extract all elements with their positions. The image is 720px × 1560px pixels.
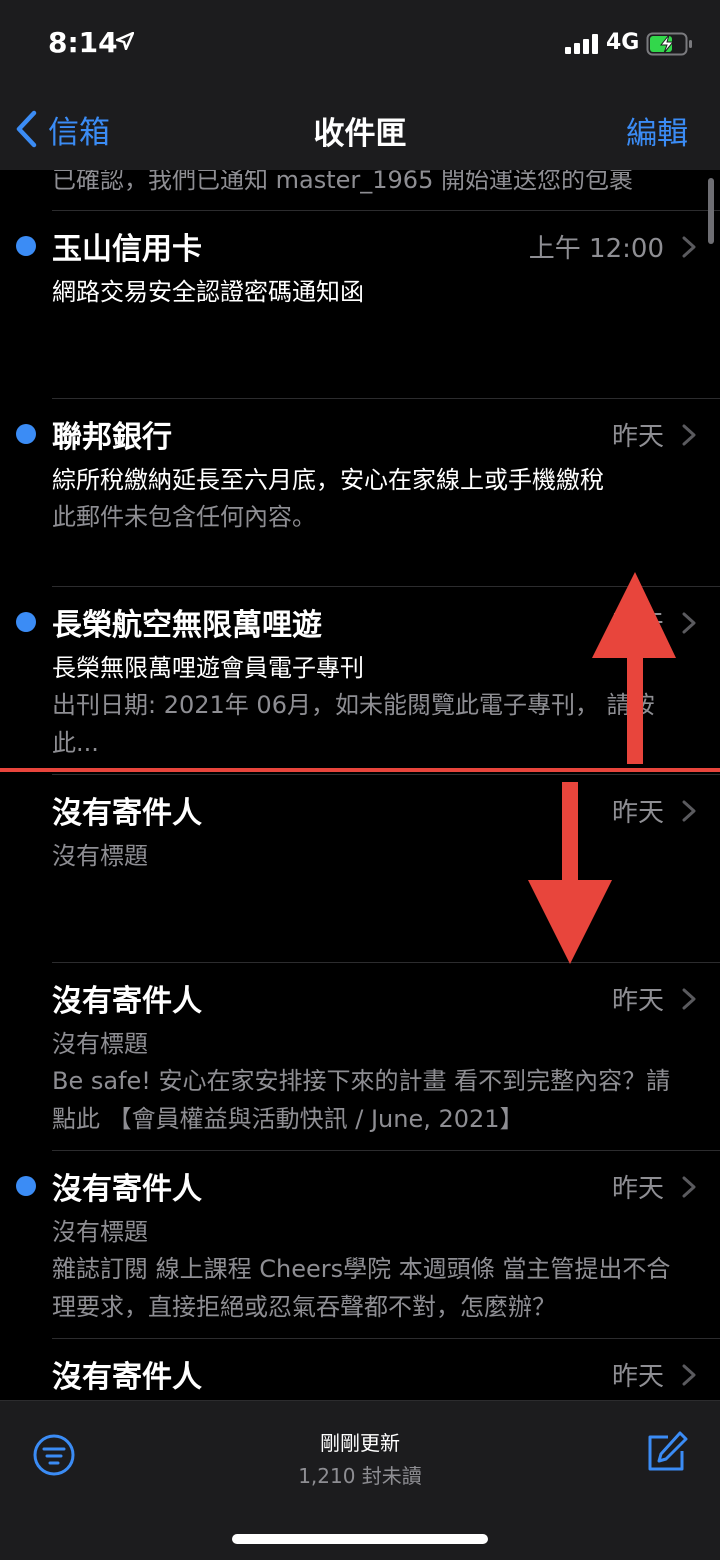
annotation-divider-line: [0, 768, 720, 772]
network-type: 4G: [606, 30, 640, 55]
chevron-right-icon: [682, 424, 696, 446]
chevron-right-icon: [682, 612, 696, 634]
mail-row[interactable]: 沒有寄件人 昨天 沒有標題 Be safe! 安心在家安排接下來的計畫 看不到完…: [0, 962, 720, 1150]
mail-sender: 長榮航空無限萬哩遊: [52, 608, 322, 643]
mail-row[interactable]: 沒有寄件人 昨天 沒有標題 雜誌訂閱 線上課程 Cheers學院 本週頭條 當主…: [0, 1150, 720, 1338]
arrow-down-icon: [528, 782, 612, 964]
mail-row[interactable]: 聯邦銀行 昨天 綜所稅繳納延長至六月底，安心在家線上或手機繳稅 此郵件未包含任何…: [0, 398, 720, 586]
row-separator: [52, 962, 720, 963]
scroll-indicator[interactable]: [708, 178, 714, 244]
unread-dot-icon: [16, 424, 36, 444]
mail-sender: 玉山信用卡: [52, 232, 202, 267]
mail-row[interactable]: 玉山信用卡 上午 12:00 網路交易安全認證密碼通知函: [0, 210, 720, 398]
mail-subject: 沒有標題: [52, 1030, 148, 1058]
battery-charging-icon: [646, 32, 692, 56]
cellular-signal-icon: [565, 34, 598, 54]
chevron-right-icon: [682, 1176, 696, 1198]
mail-sender: 聯邦銀行: [52, 420, 172, 455]
row-separator: [52, 398, 720, 399]
mail-preview: Be safe! 安心在家安排接下來的計畫 看不到完整內容？請點此 【會員權益與…: [52, 1067, 671, 1133]
mail-preview: 此郵件未包含任何內容。: [52, 503, 316, 531]
compose-icon[interactable]: [644, 1431, 688, 1475]
partial-preview-text: 已確認，我們已通知 master_1965 開始運送您的包裹: [52, 170, 633, 194]
chevron-right-icon: [682, 236, 696, 258]
edit-button[interactable]: 編輯: [626, 108, 688, 153]
mail-row[interactable]: 沒有寄件人 昨天: [0, 1338, 720, 1400]
mail-subject: 網路交易安全認證密碼通知函: [52, 278, 364, 306]
chevron-right-icon: [682, 988, 696, 1010]
unread-dot-icon: [16, 236, 36, 256]
mail-sender: 沒有寄件人: [52, 796, 202, 831]
mail-date: 昨天: [611, 986, 664, 1016]
last-updated-label: 剛剛更新: [320, 1431, 400, 1455]
row-separator: [52, 774, 720, 775]
unread-dot-icon: [16, 612, 36, 632]
status-time: 8:14: [48, 26, 118, 59]
page-title: 收件匣: [313, 116, 407, 152]
mail-preview: 出刊日期: 2021年 06月，如未能閱覽此電子專刊， 請按此...: [52, 691, 655, 757]
unread-count-label: 1,210 封未讀: [298, 1464, 422, 1488]
mail-date: 上午 12:00: [528, 234, 664, 264]
mail-preview: 雜誌訂閱 線上課程 Cheers學院 本週頭條 當主管提出不合理要求，直接拒絕或…: [52, 1255, 671, 1321]
row-separator: [52, 1150, 720, 1151]
mail-date: 昨天: [611, 1362, 664, 1392]
navigation-bar: 信箱 收件匣 編輯: [0, 90, 720, 170]
chevron-right-icon: [682, 800, 696, 822]
home-indicator[interactable]: [232, 1534, 488, 1544]
mail-date: 昨天: [611, 798, 664, 828]
unread-dot-icon: [16, 1176, 36, 1196]
mail-sender: 沒有寄件人: [52, 1360, 202, 1395]
mail-subject: 沒有標題: [52, 1218, 148, 1246]
row-separator: [52, 1338, 720, 1339]
location-arrow-icon: [116, 32, 134, 50]
mail-date: 昨天: [611, 422, 664, 452]
mail-sender: 沒有寄件人: [52, 984, 202, 1019]
mailbox-status: 剛剛更新 1,210 封未讀: [0, 1427, 720, 1489]
row-separator: [52, 210, 720, 211]
status-bar: 8:14 4G: [0, 0, 720, 90]
mail-sender: 沒有寄件人: [52, 1172, 202, 1207]
mail-date: 昨天: [611, 1174, 664, 1204]
mail-subject: 綜所稅繳納延長至六月底，安心在家線上或手機繳稅: [52, 466, 604, 494]
arrow-up-icon: [592, 572, 676, 764]
chevron-right-icon: [682, 1364, 696, 1386]
